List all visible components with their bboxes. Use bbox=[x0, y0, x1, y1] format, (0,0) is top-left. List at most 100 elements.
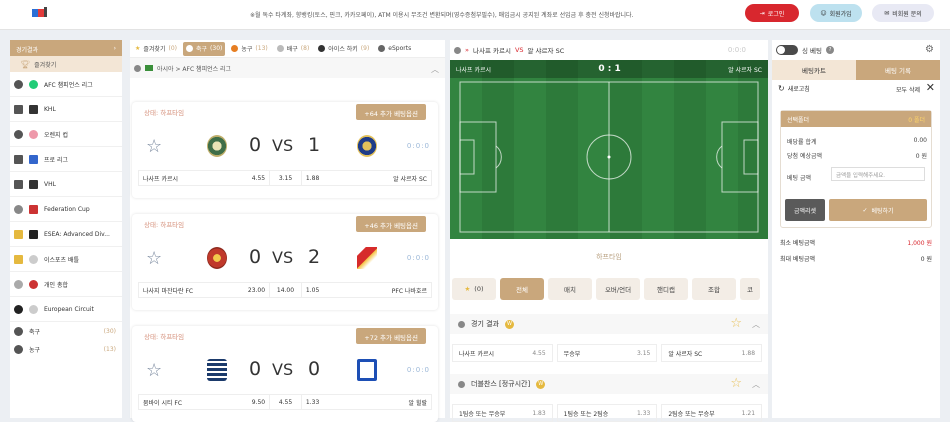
login-button[interactable]: ⇥ 로그인 bbox=[745, 4, 799, 22]
sidebar-item-individual-total[interactable]: 개인 총합 bbox=[10, 272, 122, 297]
odd-cell[interactable]: 알 샤르자 SC 1.88 bbox=[661, 344, 763, 362]
home-odd-cell[interactable]: 뭄바이 시티 FC 9.50 bbox=[139, 395, 271, 409]
sidebar-item-vhl[interactable]: VHL bbox=[10, 172, 122, 197]
favorite-star-icon[interactable]: ☆ bbox=[146, 136, 162, 157]
max-bet-label: 최대 베팅금액 bbox=[780, 256, 816, 263]
home-score: 0 bbox=[249, 246, 262, 268]
expected-win-row: 당첨 예상금액 0 원 bbox=[787, 151, 927, 160]
sidebar-item-pro-league[interactable]: 프로 리그 bbox=[10, 147, 122, 172]
sidebar-item-esports-battle[interactable]: 이스포츠 배틀 bbox=[10, 247, 122, 272]
sidebar-item-orange-cup[interactable]: 오렌지 컵 bbox=[10, 122, 122, 147]
favorite-star-icon[interactable]: ☆ bbox=[146, 360, 162, 381]
favorite-star-icon[interactable]: ☆ bbox=[146, 248, 162, 269]
star-icon[interactable]: ☆ bbox=[730, 376, 742, 391]
single-bet-toggle[interactable] bbox=[776, 45, 798, 55]
sidebar-sport-basketball[interactable]: 농구 (13) bbox=[10, 340, 122, 358]
away-odd: 1.33 bbox=[305, 398, 320, 406]
pitch-lines bbox=[459, 81, 759, 233]
join-button[interactable]: ☺ 회원가입 bbox=[810, 4, 862, 22]
market-tab-over-under[interactable]: 오버/언더 bbox=[596, 278, 640, 300]
sidebar-favorites[interactable]: 🏆︎ 즐겨찾기 bbox=[10, 56, 122, 72]
market-tab-combo[interactable]: 조합 bbox=[692, 278, 736, 300]
login-label: 로그인 bbox=[767, 10, 785, 18]
close-icon[interactable]: ✕ bbox=[926, 81, 935, 94]
refresh-button[interactable]: ↻ 새로고침 bbox=[778, 84, 810, 93]
market-tab-more[interactable]: 코 bbox=[740, 278, 760, 300]
away-team-crest bbox=[357, 135, 377, 157]
more-options-button[interactable]: +64 추가 베팅옵션 bbox=[356, 104, 426, 120]
delete-all-button[interactable]: 모두 삭제 bbox=[896, 85, 920, 94]
odd-cell[interactable]: 1팀승 또는 무승부 1.83 bbox=[452, 404, 553, 422]
sidebar-header[interactable]: 경기결과 › bbox=[10, 40, 122, 56]
odd-cell[interactable]: 1팀승 또는 2팀승 1.33 bbox=[556, 404, 658, 422]
market-tab-handicap[interactable]: 핸디캡 bbox=[644, 278, 688, 300]
league-header[interactable]: 아시아 > AFC 챔피언스 리그 ︿ bbox=[130, 58, 445, 78]
league-flag-icon bbox=[29, 204, 38, 214]
more-options-button[interactable]: +72 추가 베팅옵션 bbox=[356, 328, 426, 344]
odd-label: 1팀승 또는 무승부 bbox=[459, 410, 506, 418]
odd-cell[interactable]: 2팀승 또는 무승부 1.21 bbox=[661, 404, 763, 422]
more-options-button[interactable]: +46 추가 베팅옵션 bbox=[356, 216, 426, 232]
match-info-tag: 0:0:0 bbox=[406, 142, 430, 150]
w-badge: W bbox=[505, 319, 514, 329]
away-odd-cell[interactable]: 1.05 PFC 나바호르 bbox=[302, 283, 431, 297]
market-section-result[interactable]: 경기 결과 W ☆ ︿ bbox=[450, 314, 768, 334]
home-odd-cell[interactable]: 나사프 카르시 4.55 bbox=[139, 171, 271, 185]
market-tab-match[interactable]: 매치 bbox=[548, 278, 592, 300]
chevron-up-icon[interactable]: ︿ bbox=[752, 379, 760, 390]
odd-cell[interactable]: 무승부 3.15 bbox=[556, 344, 658, 362]
draw-odd-cell[interactable]: 4.55 bbox=[270, 395, 302, 409]
reset-amount-button[interactable]: 금액리셋 bbox=[785, 199, 825, 221]
site-logo[interactable] bbox=[32, 6, 50, 20]
odd-cell[interactable]: 나사프 카르시 4.55 bbox=[452, 344, 553, 362]
check-icon: ✓ bbox=[862, 206, 868, 214]
market-tab-favorites[interactable]: ★ (0) bbox=[452, 278, 496, 300]
tab-volleyball[interactable]: 배구 (8) bbox=[274, 42, 313, 56]
odd-label: 알 샤르자 SC bbox=[668, 350, 703, 358]
away-score: 2 bbox=[308, 246, 321, 268]
chevron-up-icon[interactable]: ︿ bbox=[752, 319, 760, 330]
tab-count: (13) bbox=[255, 45, 268, 52]
home-odd: 4.55 bbox=[251, 174, 266, 182]
min-bet-label: 최소 베팅금액 bbox=[780, 240, 816, 247]
sidebar-sport-soccer[interactable]: 축구 (30) bbox=[10, 322, 122, 340]
place-bet-button[interactable]: ✓ 베팅하기 bbox=[829, 199, 927, 221]
tab-bet-history[interactable]: 베팅 기록 bbox=[856, 60, 940, 80]
tab-soccer[interactable]: 축구 (30) bbox=[182, 41, 226, 56]
away-odd-cell[interactable]: 1.88 알 샤르자 SC bbox=[302, 171, 431, 185]
guest-label: 비회원 문의 bbox=[892, 10, 922, 18]
live-match-panel: » 나사프 카르시 VS 알 샤르자 SC 0:0:0 나사프 카르시 0: … bbox=[450, 40, 768, 422]
gear-icon[interactable]: ⚙ bbox=[925, 44, 934, 55]
sidebar-item-esea[interactable]: ESEA: Advanced Div... bbox=[10, 222, 122, 247]
away-score: 1 bbox=[308, 134, 321, 156]
bet-amount-input[interactable]: 금액을 입력해주세요. bbox=[831, 167, 925, 181]
esports-icon bbox=[14, 254, 23, 264]
market-section-double-chance[interactable]: 더블찬스 [정규시간] W ☆ ︿ bbox=[450, 374, 768, 394]
sidebar-item-european-circuit[interactable]: European Circuit bbox=[10, 297, 122, 322]
sidebar-item-afc[interactable]: AFC 챔피언스 리그 bbox=[10, 72, 122, 97]
tab-basketball[interactable]: 농구 (13) bbox=[228, 42, 270, 56]
star-icon[interactable]: ☆ bbox=[730, 316, 742, 331]
league-flag-icon bbox=[29, 104, 38, 114]
tab-esports[interactable]: eSports bbox=[375, 42, 414, 56]
market-tab-label: 매치 bbox=[564, 286, 576, 294]
home-team-crest bbox=[207, 247, 227, 269]
sidebar-item-federation-cup[interactable]: Federation Cup bbox=[10, 197, 122, 222]
home-odd: 23.00 bbox=[247, 286, 266, 294]
draw-odd-cell[interactable]: 3.15 bbox=[270, 171, 302, 185]
market-tab-all[interactable]: 전체 bbox=[500, 278, 544, 300]
sidebar-item-khl[interactable]: KHL bbox=[10, 97, 122, 122]
draw-odd-cell[interactable]: 14.00 bbox=[270, 283, 302, 297]
chevron-up-icon[interactable]: ︿ bbox=[431, 64, 439, 75]
sport-label: 축구 bbox=[29, 328, 41, 336]
guest-inquiry-button[interactable]: ✉ 비회원 문의 bbox=[872, 4, 934, 22]
home-odd-cell[interactable]: 나사지 마잔다란 FC 23.00 bbox=[139, 283, 271, 297]
tab-ice-hockey[interactable]: 아이스 하키 (9) bbox=[315, 42, 372, 56]
match-info-tag: 0:0:0 bbox=[406, 366, 430, 374]
betslip-tabs: 베팅카트 베팅 기록 bbox=[772, 60, 940, 80]
tab-bet-cart[interactable]: 베팅카트 bbox=[772, 60, 856, 80]
tab-favorites[interactable]: ★ 즐겨찾기 (0) bbox=[132, 42, 180, 56]
help-icon[interactable]: ? bbox=[826, 46, 835, 54]
away-odd-cell[interactable]: 1.33 알 힐랄 bbox=[302, 395, 431, 409]
league-flag-icon bbox=[145, 65, 153, 71]
